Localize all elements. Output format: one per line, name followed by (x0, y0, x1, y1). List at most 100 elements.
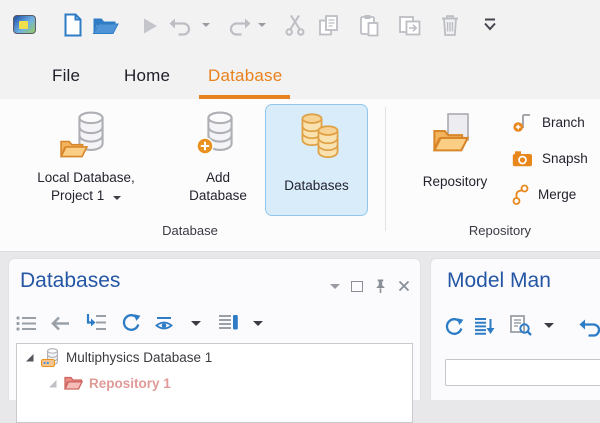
app-icon[interactable] (13, 15, 36, 34)
local-database-label: Local Database, Project 1 (37, 169, 135, 205)
mm-undo-button[interactable] (579, 317, 600, 337)
list-icon (16, 315, 37, 332)
group-label-database: Database (0, 223, 380, 238)
mm-refresh-button[interactable] (444, 317, 464, 337)
new-file-icon (63, 13, 83, 37)
paste-button[interactable] (359, 14, 380, 37)
duplicate-icon (398, 14, 421, 37)
ribbon-tab-bar: File Home Database (0, 52, 600, 99)
redo-dropdown[interactable] (258, 23, 266, 27)
redo-icon (226, 16, 251, 36)
databases-button[interactable]: Databases (265, 104, 368, 216)
run-button[interactable] (142, 17, 158, 35)
paste-icon (359, 14, 380, 37)
tree-node-label: Multiphysics Database 1 (66, 350, 212, 365)
eye-icon (155, 316, 175, 332)
sort-list-icon (474, 317, 495, 336)
refresh-icon (121, 313, 141, 333)
undo-icon (169, 16, 194, 36)
add-database-label: Add Database (189, 169, 247, 205)
undo-dropdown[interactable] (202, 23, 210, 27)
back-button[interactable] (49, 315, 71, 332)
databases-panel-controls (330, 278, 410, 294)
tree-node-label: Repository 1 (89, 376, 171, 391)
cut-button[interactable] (284, 14, 306, 36)
go-to-node-button[interactable] (85, 313, 107, 332)
repository-button[interactable]: Repository (405, 103, 505, 191)
branch-label: Branch (542, 115, 585, 130)
ribbon-group-divider (385, 107, 386, 231)
plus-badge-icon (196, 137, 214, 155)
merge-icon (512, 184, 529, 205)
chevron-down-icon (113, 196, 121, 200)
chevron-bar-icon (482, 18, 498, 32)
ribbon-database: Local Database, Project 1 Add Database D… (0, 99, 600, 252)
pin-icon[interactable] (374, 278, 387, 294)
columns-icon (218, 314, 239, 331)
snapshot-label: Snapsh (542, 151, 588, 166)
mm-sort-button[interactable] (474, 317, 495, 336)
open-file-button[interactable] (92, 16, 119, 36)
toolbar-overflow-button[interactable] (482, 18, 498, 32)
databases-icon (291, 113, 343, 165)
tab-file[interactable]: File (52, 52, 80, 99)
delete-button[interactable] (440, 14, 460, 37)
play-icon (142, 17, 158, 35)
mm-search-input[interactable] (445, 359, 600, 386)
undo-icon (579, 317, 600, 337)
add-database-icon (192, 111, 244, 163)
databases-panel-title: Databases (20, 269, 120, 293)
local-database-button[interactable]: Local Database, Project 1 (10, 103, 162, 205)
tree-expander-icon[interactable] (48, 378, 58, 389)
float-panel-icon[interactable] (351, 281, 363, 292)
databases-label: Databases (284, 177, 349, 195)
close-icon[interactable] (398, 280, 410, 292)
copy-icon (318, 14, 339, 37)
mm-preview-dropdown[interactable] (544, 323, 554, 328)
add-database-button[interactable]: Add Database (172, 103, 264, 205)
show-hide-dropdown[interactable] (191, 321, 201, 326)
show-list-button[interactable] (16, 315, 37, 332)
tree-row-multiphysics-database[interactable]: Multiphysics Database 1 (17, 344, 412, 370)
scissors-icon (284, 14, 306, 36)
repository-folder-icon (64, 376, 83, 391)
trash-icon (440, 14, 460, 37)
snapshot-button[interactable]: Snapsh (512, 143, 588, 173)
merge-label: Merge (538, 187, 576, 202)
duplicate-button[interactable] (398, 14, 421, 37)
local-database-icon (60, 111, 112, 163)
arrow-left-icon (49, 315, 71, 332)
columns-dropdown[interactable] (253, 321, 263, 326)
redo-button[interactable] (226, 16, 251, 36)
camera-icon (512, 150, 533, 167)
goto-node-icon (85, 313, 107, 332)
tab-database[interactable]: Database (208, 52, 282, 99)
branch-button[interactable]: Branch (512, 107, 585, 137)
quick-access-toolbar (0, 0, 600, 52)
tree-expander-icon[interactable] (25, 352, 35, 363)
merge-button[interactable]: Merge (512, 179, 576, 209)
model-manager-panel-title: Model Man (447, 269, 551, 293)
app-window: { "tabs": { "file": "File", "home": "Hom… (0, 0, 600, 400)
database-server-icon (41, 348, 60, 367)
group-label-repository: Repository (385, 223, 600, 238)
refresh-icon (444, 317, 464, 337)
databases-panel: Databases Multiphysics Database 1 (8, 258, 421, 400)
undo-button[interactable] (169, 16, 194, 36)
repository-label: Repository (423, 173, 488, 191)
panel-menu-icon[interactable] (330, 284, 340, 289)
tree-row-repository-1[interactable]: Repository 1 (17, 370, 412, 396)
preview-search-icon (509, 315, 532, 336)
model-manager-panel: Model Man (430, 258, 600, 400)
show-hide-button[interactable] (155, 316, 175, 332)
refresh-button[interactable] (121, 313, 141, 333)
repository-icon (429, 111, 481, 163)
mm-preview-button[interactable] (509, 315, 532, 336)
open-folder-icon (92, 16, 119, 36)
columns-button[interactable] (218, 314, 239, 331)
branch-icon (512, 112, 533, 133)
databases-tree: Multiphysics Database 1 Repository 1 (16, 343, 413, 423)
new-file-button[interactable] (63, 13, 83, 37)
tab-home[interactable]: Home (124, 52, 170, 99)
copy-button[interactable] (318, 14, 339, 37)
